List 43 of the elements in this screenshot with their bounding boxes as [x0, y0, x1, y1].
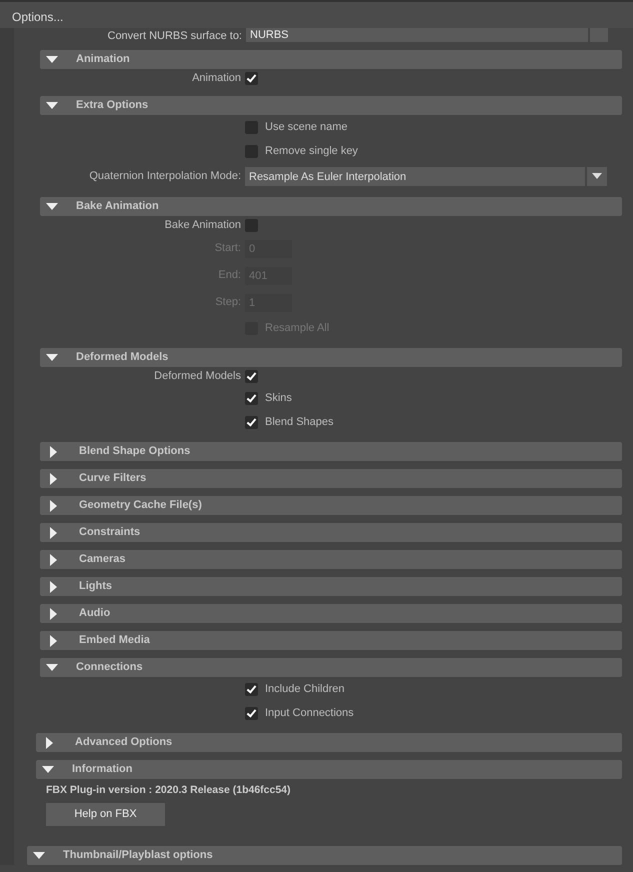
- dropdown-button[interactable]: [587, 166, 607, 186]
- section-header[interactable]: Cameras: [40, 550, 622, 569]
- section-header[interactable]: Audio: [40, 604, 622, 623]
- dropdown-field[interactable]: NURBS: [246, 28, 588, 42]
- section-header[interactable]: Curve Filters: [40, 469, 622, 488]
- section-header[interactable]: Thumbnail/Playblast options: [27, 846, 622, 865]
- dropdown-label: Quaternion Interpolation Mode:: [88, 168, 242, 184]
- section-header[interactable]: Connections: [40, 658, 622, 677]
- checkbox[interactable]: [245, 682, 258, 696]
- section-header[interactable]: Geometry Cache File(s): [40, 496, 622, 515]
- section-header[interactable]: Advanced Options: [36, 733, 622, 752]
- field-label: Convert NURBS surface to:: [106, 30, 243, 42]
- section-header[interactable]: Lights: [40, 577, 622, 596]
- checkbox-label: Animation: [191, 71, 242, 86]
- checkbox[interactable]: [245, 219, 258, 232]
- checkbox-label: Deformed Models: [153, 369, 242, 384]
- version-text: FBX Plug-in version : 2020.3 Release (1b46fcc54): [45, 783, 292, 798]
- checkbox-label: Skins: [265, 390, 292, 406]
- options-title: Options...: [0, 0, 633, 28]
- section-header[interactable]: Bake Animation: [40, 197, 622, 216]
- checkbox-label: Use scene name: [265, 120, 348, 135]
- checkbox-label: Input Connections: [265, 706, 354, 721]
- checkbox[interactable]: [245, 706, 258, 720]
- dropdown-field[interactable]: Resample As Euler Interpolation: [245, 166, 585, 186]
- checkbox[interactable]: [245, 392, 258, 404]
- checkbox-label: Include Children: [265, 682, 344, 697]
- section-header[interactable]: Blend Shape Options: [40, 442, 622, 461]
- checkbox[interactable]: [245, 144, 258, 158]
- section-header[interactable]: Constraints: [40, 523, 622, 542]
- section-header[interactable]: Extra Options: [40, 96, 622, 115]
- checkbox[interactable]: [245, 72, 258, 85]
- checkbox[interactable]: [245, 416, 258, 428]
- section-header[interactable]: Deformed Models: [40, 348, 622, 367]
- help-button[interactable]: Help on FBX: [46, 802, 165, 826]
- checkbox[interactable]: [245, 370, 258, 383]
- checkbox-label: Blend Shapes: [265, 414, 334, 430]
- checkbox-label: Remove single key: [265, 144, 358, 159]
- caret-icon: [592, 173, 602, 179]
- section-header[interactable]: Information: [36, 760, 622, 779]
- section-header[interactable]: Animation: [40, 50, 622, 69]
- section-header[interactable]: Embed Media: [40, 631, 622, 650]
- checkbox[interactable]: [245, 120, 258, 134]
- checkbox-label: Bake Animation: [164, 218, 242, 234]
